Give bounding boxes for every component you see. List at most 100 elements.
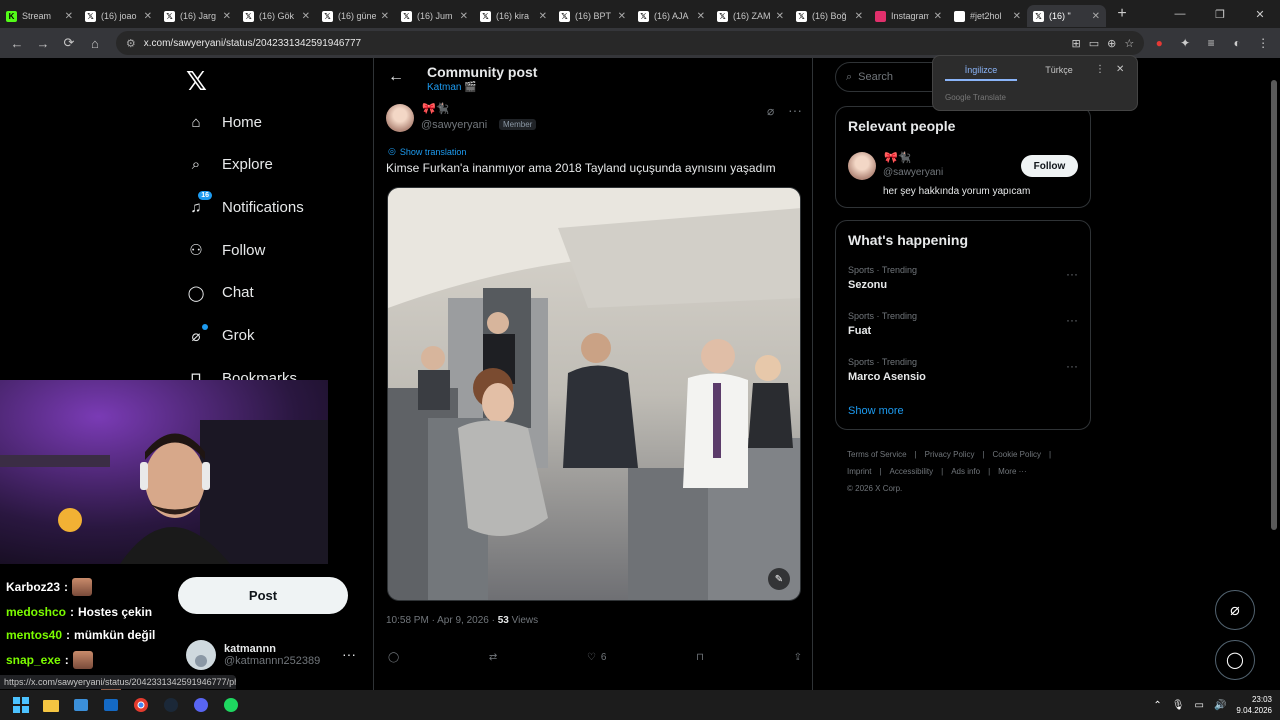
show-translation-link[interactable]: ◎ Show translation [388,146,466,157]
store-icon[interactable] [66,690,96,720]
media-icon[interactable]: ≡ [1200,32,1222,54]
back-icon[interactable]: ← [6,32,28,54]
browser-tab[interactable]: 𝕏 (16) güne ✕ [316,5,395,27]
community-link[interactable]: Katman 🎬 [427,82,477,93]
cast-icon[interactable]: ▭ [1089,37,1099,50]
close-window-icon[interactable]: ✕ [1240,0,1280,28]
close-icon[interactable]: ✕ [1116,64,1124,75]
account-switcher[interactable]: katmannn @katmannn252389 ··· [186,638,366,672]
like-button[interactable]: ♡ 6 [587,652,607,663]
repost-button[interactable]: ⇄ [489,652,497,663]
translate-options-icon[interactable]: ⋮ [1095,64,1105,75]
close-icon[interactable]: ✕ [1013,11,1021,22]
show-more-link[interactable]: Show more [848,405,904,417]
close-icon[interactable]: ✕ [381,11,389,22]
footer-link[interactable]: © 2026 X Corp. [847,484,902,493]
footer-link[interactable]: More ··· [998,467,1026,476]
discord-icon[interactable] [186,690,216,720]
person-avatar[interactable] [848,152,876,180]
minimize-icon[interactable]: — [1160,0,1200,28]
share-button[interactable]: ⇪ [794,652,802,663]
puzzle-icon[interactable]: ✦ [1174,32,1196,54]
image-edit-icon[interactable]: ✎ [768,568,790,590]
browser-tab[interactable]: 𝕏 (16) AJA ✕ [632,5,711,27]
back-arrow-icon[interactable]: ← [388,68,404,86]
extension-icon[interactable]: ● [1148,32,1170,54]
author-display-name[interactable]: 🎀🐈‍⬛ [422,102,449,115]
chrome-icon[interactable] [126,690,156,720]
file-explorer-icon[interactable] [36,690,66,720]
x-logo-icon[interactable]: 𝕏 [186,66,214,96]
grok-icon[interactable]: ⌀ [767,104,774,118]
footer-link[interactable]: Ads info [951,467,980,476]
footer-link[interactable]: Imprint [847,467,871,476]
new-tab-button[interactable]: + [1110,2,1134,26]
browser-tab[interactable]: 𝕏 (16) " ✕ [1027,5,1106,27]
steam-icon[interactable] [156,690,186,720]
network-icon[interactable]: ▭ [1195,700,1204,711]
chat-username[interactable]: snap_exe [6,653,61,667]
browser-tab[interactable]: Instagram ✕ [869,5,948,27]
forward-icon[interactable]: → [32,32,54,54]
translate-target-tab[interactable]: Türkçe [1023,65,1095,75]
windows-start-icon[interactable] [6,690,36,720]
zoom-icon[interactable]: ⊕ [1107,37,1116,50]
reload-icon[interactable]: ⟳ [58,32,80,54]
close-icon[interactable]: ✕ [539,11,547,22]
trend-item[interactable]: Sports · Trending Fuat [848,311,917,337]
close-icon[interactable]: ✕ [934,11,942,22]
browser-tab[interactable]: K Stream ✕ [0,5,79,27]
post-photo[interactable]: ✎ [387,187,801,601]
site-info-icon[interactable]: ⚙ [126,37,136,50]
menu-icon[interactable]: ⋮ [1252,32,1274,54]
maximize-icon[interactable]: ❐ [1200,0,1240,28]
chevron-up-icon[interactable]: ⌃ [1153,700,1161,711]
more-icon[interactable]: ··· [342,646,356,662]
close-icon[interactable]: ✕ [1092,11,1100,22]
chat-username[interactable]: medoshco [6,605,66,619]
browser-tab[interactable]: 𝕏 (16) kira ✕ [474,5,553,27]
translate-icon[interactable]: ⊞ [1071,37,1080,50]
more-icon[interactable]: ··· [788,102,802,118]
browser-tab[interactable]: 𝕏 (16) BPT ✕ [553,5,632,27]
footer-link[interactable]: Cookie Policy [993,450,1041,459]
close-icon[interactable]: ✕ [223,11,231,22]
close-icon[interactable]: ✕ [776,11,784,22]
chat-username[interactable]: mentos40 [6,628,62,642]
trend-item[interactable]: Sports · Trending Sezonu [848,265,917,291]
volume-icon[interactable]: 🔊 [1214,700,1226,711]
footer-link[interactable]: Terms of Service [847,450,907,459]
scrollbar[interactable] [1270,60,1278,690]
chat-username[interactable]: Karboz23 [6,580,60,594]
close-icon[interactable]: ✕ [697,11,705,22]
person-display-name[interactable]: 🎀🐈‍⬛ [884,151,911,164]
browser-tab[interactable]: 𝕏 (16) Jarg ✕ [158,5,237,27]
nav-item-home[interactable]: ⌂ Home [186,102,262,142]
more-icon[interactable]: ··· [1066,313,1078,327]
browser-tab[interactable]: #jet2hol ✕ [948,5,1027,27]
close-icon[interactable]: ✕ [618,11,626,22]
grok-float-button[interactable]: ⌀ [1215,590,1255,630]
translate-source-tab[interactable]: İngilizce [945,65,1017,81]
nav-item-explore[interactable]: ⌕ Explore [186,145,273,185]
star-icon[interactable]: ☆ [1124,37,1134,50]
microphone-icon[interactable]: 🎙 [1172,700,1185,711]
close-icon[interactable]: ✕ [302,11,310,22]
clock[interactable]: 23:03 9.04.2026 [1236,694,1272,716]
more-icon[interactable]: ··· [1066,359,1078,373]
author-handle[interactable]: @sawyeryani [421,119,487,131]
more-icon[interactable]: ··· [1066,267,1078,281]
close-icon[interactable]: ✕ [460,11,468,22]
browser-tab[interactable]: 𝕏 (16) Gök ✕ [237,5,316,27]
follow-button[interactable]: Follow [1021,155,1078,177]
bookmark-button[interactable]: ⊓ [696,652,704,663]
post-button[interactable]: Post [178,577,348,614]
browser-tab[interactable]: 𝕏 (16) Boğ ✕ [790,5,869,27]
outlook-icon[interactable] [96,690,126,720]
trend-item[interactable]: Sports · Trending Marco Asensio [848,357,926,383]
messages-float-button[interactable]: ◯ [1215,640,1255,680]
address-bar[interactable]: ⚙ x.com/sawyeryani/status/20423313425919… [115,31,1145,55]
browser-tab[interactable]: 𝕏 (16) ZAM ✕ [711,5,790,27]
close-icon[interactable]: ✕ [65,11,73,22]
reply-button[interactable]: ◯ [388,652,399,663]
